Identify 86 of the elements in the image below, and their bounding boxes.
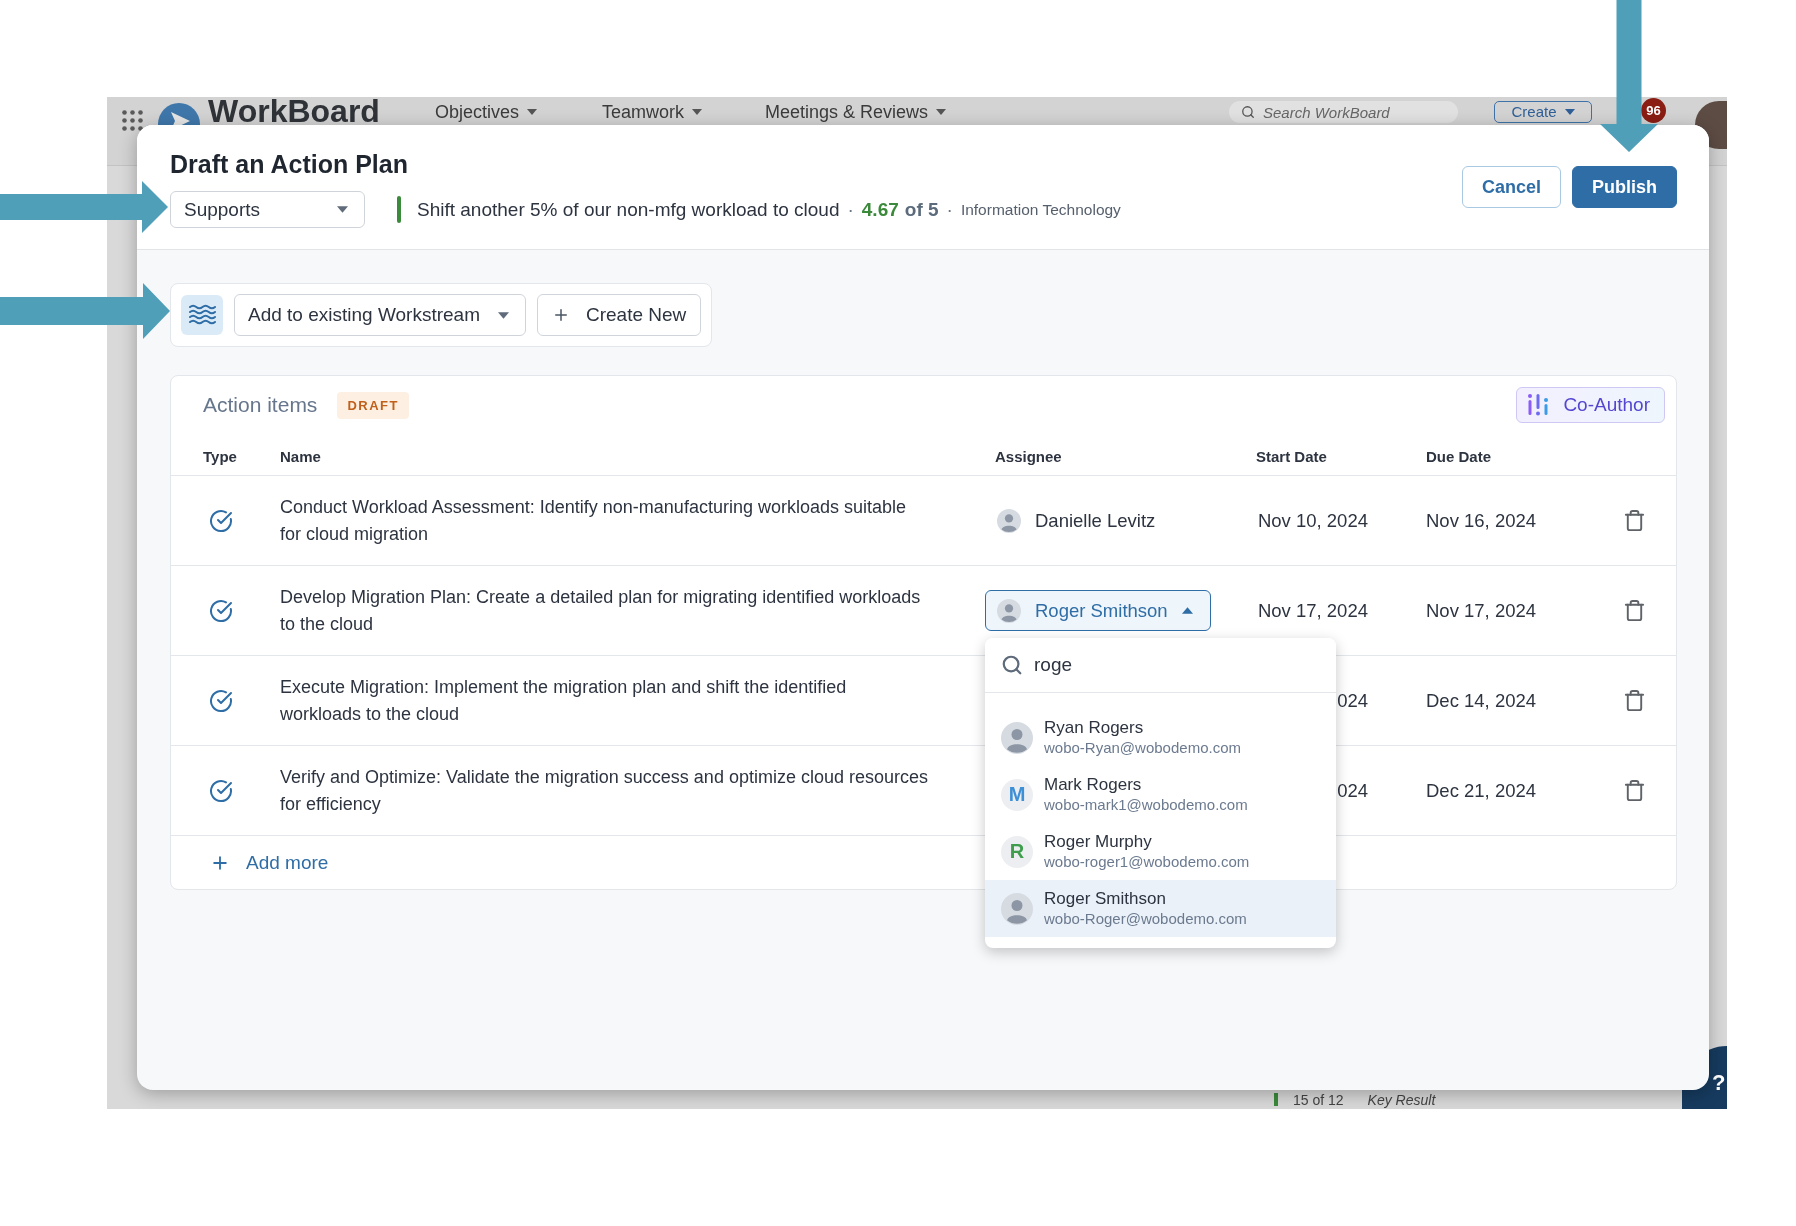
- status-badge: DRAFT: [337, 391, 409, 419]
- add-more-button[interactable]: Add more: [210, 851, 329, 874]
- task-name: Execute Migration: Implement the migration plan and shift the identified workloads to the cloud: [280, 675, 848, 726]
- due-date: Nov 16, 2024: [1426, 509, 1537, 531]
- check-circle-icon: [209, 598, 233, 623]
- column-header: Due Date: [1426, 448, 1492, 465]
- task-name: Develop Migration Plan: Create a detailed plan for migrating identified workloads to the cloud: [280, 585, 922, 636]
- caret-icon: [337, 206, 348, 213]
- option-email: wobo-roger1@wobodemo.com: [1044, 852, 1250, 871]
- option-email: wobo-mark1@wobodemo.com: [1044, 795, 1248, 814]
- check-circle-icon: [209, 778, 233, 803]
- assignee-option[interactable]: M Mark Rogers wobo-mark1@wobodemo.com: [985, 766, 1336, 823]
- create-new-button[interactable]: Create New: [537, 294, 702, 336]
- check-circle-icon: [209, 508, 233, 533]
- nav-menu-item[interactable]: Teamwork: [601, 102, 702, 122]
- column-header: Start Date: [1256, 448, 1327, 465]
- option-name: Ryan Rogers: [1044, 718, 1144, 738]
- assignee-dropdown[interactable]: Roger Smithson: [985, 590, 1211, 631]
- task-name: Verify and Optimize: Validate the migration success and optimize cloud resources for efficiency: [280, 765, 929, 816]
- person-avatar-icon: [997, 598, 1021, 623]
- trash-icon[interactable]: [1622, 689, 1646, 712]
- search-field[interactable]: roge: [985, 638, 1336, 693]
- caret-icon: [691, 109, 702, 115]
- assignee-option[interactable]: Roger Smithson wobo-Roger@wobodemo.com: [985, 880, 1336, 937]
- initials-avatar: M: [1001, 778, 1033, 811]
- column-header: Type: [203, 448, 237, 465]
- score-marker: [397, 196, 401, 223]
- caret-icon: [936, 109, 947, 115]
- start-date: 024: [1337, 779, 1368, 801]
- option-email: wobo-Ryan@wobodemo.com: [1044, 738, 1241, 757]
- create-button[interactable]: Create: [1494, 101, 1592, 123]
- primary-button[interactable]: Publish: [1572, 166, 1677, 208]
- due-date: Nov 17, 2024: [1426, 599, 1537, 621]
- start-date: 024: [1337, 689, 1368, 711]
- waves-icon: [181, 295, 223, 335]
- nav-menu-item[interactable]: Objectives: [434, 102, 537, 122]
- option-email: wobo-Roger@wobodemo.com: [1044, 909, 1247, 928]
- caret-icon: [1564, 109, 1575, 115]
- person-avatar-icon: [1001, 721, 1033, 754]
- trash-icon[interactable]: [1622, 509, 1646, 532]
- secondary-button[interactable]: Cancel: [1461, 166, 1561, 208]
- search-field[interactable]: Search WorkBoard: [1229, 101, 1458, 123]
- start-date: Nov 10, 2024: [1257, 509, 1368, 531]
- score-marker: [1274, 1093, 1278, 1106]
- dotted-bars-icon: [1527, 393, 1550, 417]
- score-text: 15 of 12: [1293, 1091, 1344, 1108]
- separator-dot: ·: [946, 198, 953, 221]
- person-avatar-icon: [997, 508, 1021, 533]
- option-name: Roger Murphy: [1044, 832, 1152, 852]
- card-title: Action items: [203, 393, 318, 417]
- caret-icon: [498, 311, 509, 319]
- notification-badge: 96: [1641, 98, 1666, 123]
- item-type-text: Key Result: [1367, 1091, 1436, 1108]
- caret-icon: [526, 109, 537, 115]
- objective-score: 4.67: [861, 198, 899, 221]
- logo-text: WorkBoard: [208, 98, 380, 124]
- due-date: Dec 21, 2024: [1426, 779, 1537, 801]
- column-header: Assignee: [994, 448, 1062, 465]
- column-header: Name: [280, 448, 321, 465]
- task-name: Conduct Workload Assessment: Identify non-manufacturing workloads suitable for cloud migration: [280, 495, 907, 546]
- check-circle-icon: [209, 688, 233, 713]
- nav-menu-item[interactable]: Meetings & Reviews: [764, 102, 947, 122]
- search-icon: [1241, 105, 1255, 119]
- option-name: Roger Smithson: [1044, 889, 1166, 909]
- assignee-option[interactable]: R Roger Murphy wobo-roger1@wobodemo.com: [985, 823, 1336, 880]
- plus-icon: [552, 306, 570, 324]
- objective-title: Shift another 5% of our non-mfg workload to cloud: [417, 198, 840, 221]
- relation-select[interactable]: Supports: [170, 191, 365, 228]
- workstream-select[interactable]: Add to existing Workstream: [234, 294, 526, 336]
- trash-icon[interactable]: [1622, 779, 1646, 802]
- apps-grid-icon[interactable]: [122, 110, 143, 131]
- assignee-option[interactable]: Ryan Rogers wobo-Ryan@wobodemo.com: [985, 709, 1336, 766]
- objective-score-total: of 5: [904, 198, 939, 221]
- due-date: Dec 14, 2024: [1426, 689, 1537, 711]
- separator-dot: ·: [847, 198, 854, 221]
- co-author-button[interactable]: Co-Author: [1516, 387, 1665, 423]
- person-avatar-icon: [1001, 892, 1033, 925]
- option-name: Mark Rogers: [1044, 775, 1142, 795]
- assignee-name[interactable]: Danielle Levitz: [1035, 509, 1156, 532]
- caret-icon: [1181, 607, 1193, 614]
- team-name: Information Technology: [960, 200, 1121, 219]
- search-icon: [1001, 654, 1023, 676]
- initials-avatar: R: [1001, 835, 1033, 868]
- start-date: Nov 17, 2024: [1257, 599, 1368, 621]
- dialog-title: Draft an Action Plan: [170, 149, 408, 179]
- trash-icon[interactable]: [1622, 599, 1646, 622]
